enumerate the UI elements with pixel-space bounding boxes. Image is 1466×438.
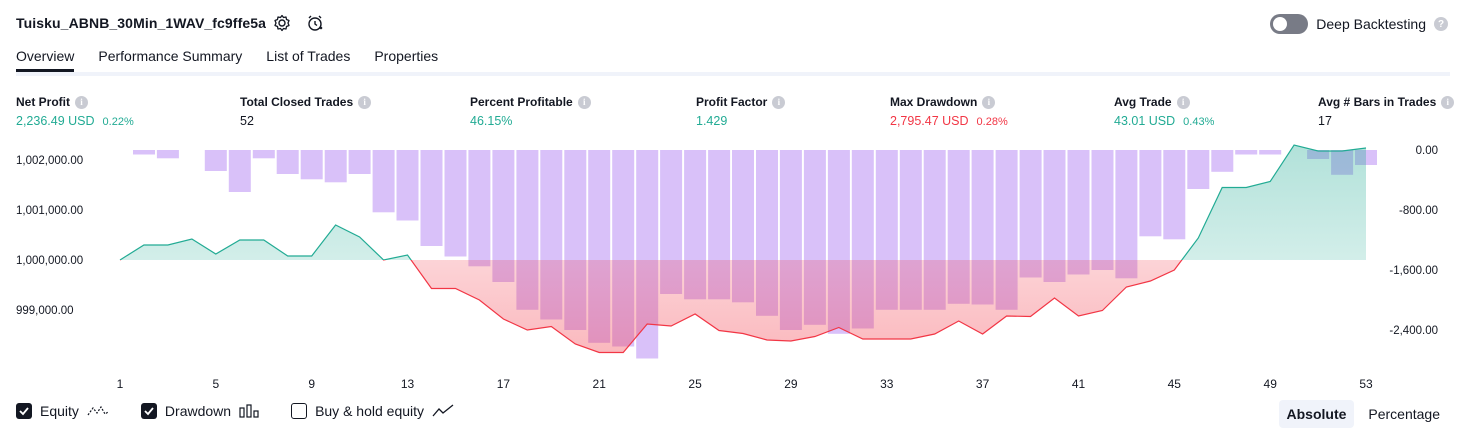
drawdown-bar <box>348 150 371 174</box>
drawdown-bar <box>252 150 275 159</box>
mode-percentage-button[interactable]: Percentage <box>1360 400 1448 428</box>
drawdown-bar <box>1211 150 1234 172</box>
display-mode-switch: Absolute Percentage <box>1278 400 1449 428</box>
mode-absolute-button[interactable]: Absolute <box>1278 400 1355 428</box>
x-axis-tick: 29 <box>784 377 798 391</box>
drawdown-bar <box>444 150 467 257</box>
left-axis-tick: 999,000.00 <box>16 305 74 317</box>
equity-drawdown-chart[interactable]: 1,002,000.00 1,001,000.00 1,000,000.00 999,… <box>0 0 1466 438</box>
x-axis-tick: 37 <box>976 377 990 391</box>
x-axis-tick: 9 <box>308 377 315 391</box>
drawdown-bar <box>276 150 299 174</box>
bars-icon <box>239 404 259 418</box>
left-axis-tick: 1,001,000.00 <box>16 205 83 217</box>
drawdown-bar <box>1163 150 1186 240</box>
x-axis-tick: 49 <box>1264 377 1278 391</box>
chart-legend: Equity Drawdown Buy & hold equity <box>16 403 454 419</box>
x-axis-tick: 5 <box>212 377 219 391</box>
drawdown-bar <box>1091 150 1114 270</box>
left-axis-tick: 1,002,000.00 <box>16 155 83 167</box>
x-axis-tick: 25 <box>688 377 702 391</box>
drawdown-bar <box>420 150 443 246</box>
x-axis-tick: 53 <box>1359 377 1373 391</box>
drawdown-bar <box>1019 150 1042 278</box>
drawdown-bar <box>1115 150 1138 279</box>
x-axis-tick: 1 <box>117 377 124 391</box>
legend-drawdown[interactable]: Drawdown <box>140 403 259 419</box>
drawdown-bar <box>300 150 323 180</box>
x-axis-tick: 45 <box>1168 377 1182 391</box>
right-axis-tick: -2,400.00 <box>1389 325 1438 337</box>
right-axis-tick: -800.00 <box>1399 205 1438 217</box>
x-axis-tick: 17 <box>497 377 511 391</box>
drawdown-bar <box>324 150 347 183</box>
drawdown-bar <box>1259 150 1282 155</box>
drawdown-bar <box>1067 150 1090 275</box>
checkbox-checked-icon[interactable] <box>140 403 157 419</box>
legend-buy-hold[interactable]: Buy & hold equity <box>291 403 454 419</box>
x-axis-tick: 13 <box>401 377 415 391</box>
drawdown-bar <box>372 150 395 213</box>
drawdown-bar <box>133 150 155 155</box>
x-axis-tick: 21 <box>593 377 607 391</box>
checkbox-checked-icon[interactable] <box>16 403 32 419</box>
drawdown-bar <box>156 150 179 159</box>
drawdown-bar <box>228 150 251 192</box>
x-axis-tick: 33 <box>880 377 894 391</box>
drawdown-bar <box>468 150 491 267</box>
equity-line-icon <box>87 405 109 416</box>
legend-label: Buy & hold equity <box>315 403 425 419</box>
legend-label: Equity <box>40 403 79 419</box>
drawdown-bar <box>204 150 227 171</box>
legend-label: Drawdown <box>164 403 232 419</box>
legend-equity[interactable]: Equity <box>16 403 109 419</box>
drawdown-bar <box>1139 150 1162 237</box>
drawdown-bar <box>1187 150 1210 189</box>
drawdown-bar <box>1235 150 1258 155</box>
x-axis-tick: 41 <box>1072 377 1086 391</box>
trend-line-icon <box>432 404 454 417</box>
right-axis-tick: -1,600.00 <box>1389 265 1438 277</box>
left-axis-tick: 1,000,000.00 <box>16 255 83 267</box>
right-axis-tick: 0.00 <box>1416 145 1438 157</box>
drawdown-bar <box>396 150 419 221</box>
checkbox-unchecked-icon[interactable] <box>291 403 308 419</box>
